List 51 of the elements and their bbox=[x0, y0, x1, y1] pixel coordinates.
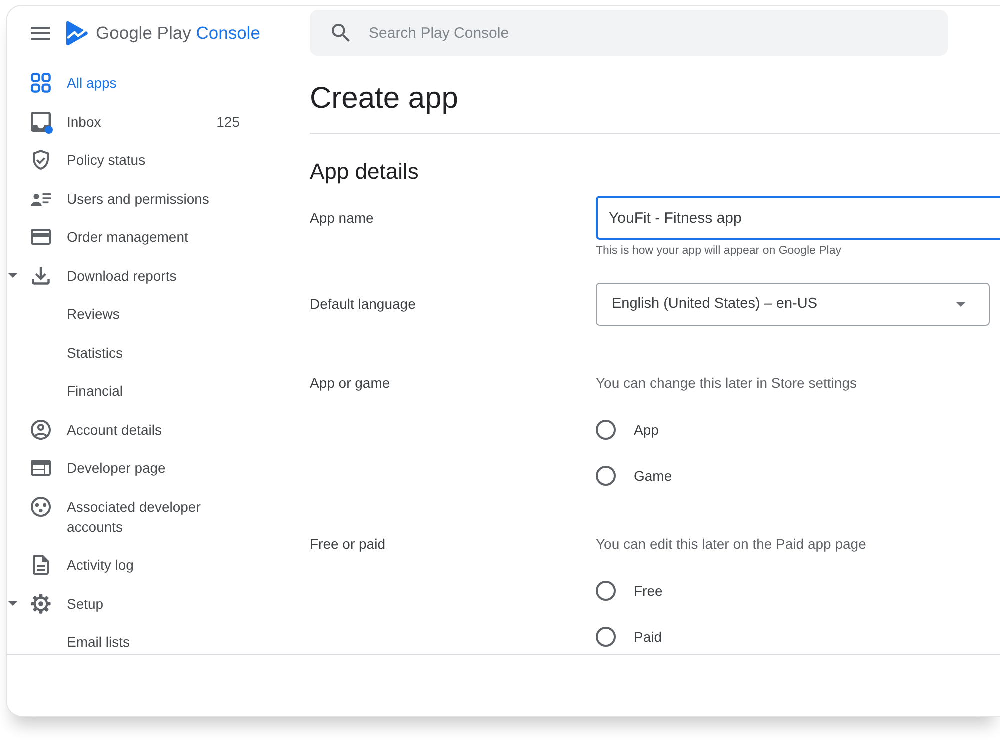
document-icon bbox=[31, 555, 51, 575]
section-title: App details bbox=[310, 158, 420, 186]
settings-icon bbox=[31, 594, 51, 614]
search-icon bbox=[332, 24, 350, 42]
web-layout-icon bbox=[31, 458, 51, 478]
field-label: App or game bbox=[310, 374, 390, 393]
radio-button[interactable] bbox=[596, 420, 616, 440]
radio-button[interactable] bbox=[596, 627, 616, 647]
radio-option[interactable]: Game bbox=[596, 465, 672, 487]
search-field[interactable]: Search Play Console bbox=[310, 10, 948, 56]
sidebar-subitem[interactable]: Email lists bbox=[7, 632, 290, 652]
caret-icon[interactable] bbox=[8, 601, 18, 606]
play-logo-icon bbox=[66, 20, 88, 46]
sidebar-subitem[interactable]: Financial bbox=[7, 381, 290, 401]
radio-button[interactable] bbox=[596, 581, 616, 601]
grid-icon bbox=[31, 73, 51, 93]
item-count: 125 bbox=[216, 112, 240, 132]
page-title: Create app bbox=[310, 81, 460, 117]
credit-card-icon bbox=[31, 227, 51, 247]
logo-text: Google Play Console bbox=[96, 22, 260, 44]
menu-icon[interactable] bbox=[31, 26, 50, 40]
sidebar-item[interactable]: Policy status bbox=[7, 150, 290, 170]
field-label: App name bbox=[310, 209, 374, 228]
helper-text: You can edit this later on the Paid app page bbox=[596, 535, 866, 554]
shield-check-icon bbox=[31, 150, 51, 170]
radio-option[interactable]: App bbox=[596, 419, 659, 441]
field-label: Free or paid bbox=[310, 535, 386, 554]
helper-text: You can change this later in Store settings bbox=[596, 374, 857, 393]
sidebar-item[interactable]: Activity log bbox=[7, 555, 290, 575]
sidebar-item[interactable]: All apps bbox=[7, 73, 290, 93]
radio-button[interactable] bbox=[596, 466, 616, 486]
sidebar-item[interactable]: Inbox 125 bbox=[7, 112, 290, 132]
radio-option[interactable]: Free bbox=[596, 580, 663, 602]
radio-option[interactable]: Paid bbox=[596, 626, 662, 648]
caret-icon bbox=[956, 302, 966, 307]
sidebar-item[interactable]: Account details bbox=[7, 420, 290, 440]
sidebar-item[interactable]: Order management bbox=[7, 227, 290, 247]
sidebar-item[interactable]: Download reports bbox=[7, 266, 290, 286]
sidebar-item[interactable]: Associated developer accounts bbox=[7, 496, 290, 536]
sidebar-item[interactable]: Users and permissions bbox=[7, 188, 290, 208]
dropdown-field[interactable]: English (United States) – en-US bbox=[596, 283, 990, 326]
download-icon bbox=[31, 266, 51, 286]
three-dots-circle-icon bbox=[31, 496, 51, 516]
sidebar-item[interactable]: Setup bbox=[7, 594, 290, 614]
caret-icon[interactable] bbox=[8, 273, 18, 278]
field-label: Default language bbox=[310, 295, 416, 314]
sidebar-subitem[interactable]: Reviews bbox=[7, 304, 290, 324]
helper-text: This is how your app will appear on Google Play bbox=[596, 244, 842, 258]
text-field[interactable]: YouFit - Fitness app bbox=[596, 196, 1000, 240]
sidebar-item[interactable]: Developer page bbox=[7, 458, 290, 478]
sidebar-subitem[interactable]: Statistics bbox=[7, 342, 290, 362]
